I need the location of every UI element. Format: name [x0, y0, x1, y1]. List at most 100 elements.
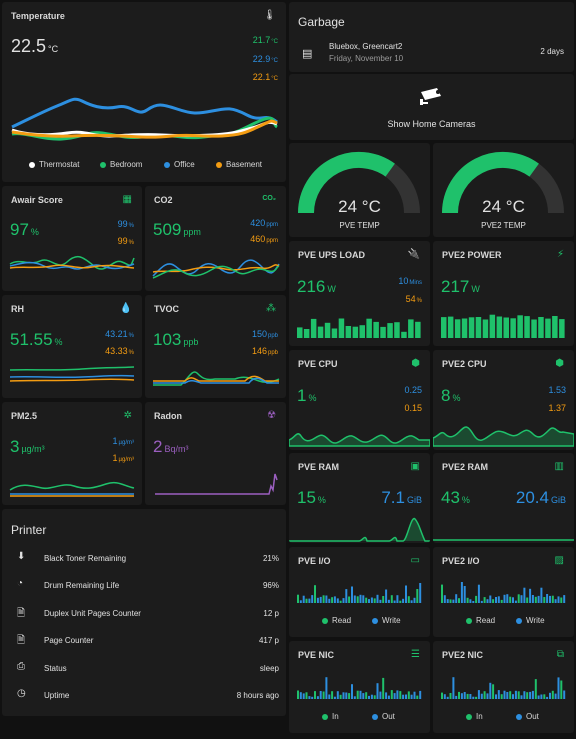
pve-io-card[interactable]: PVE I/O ▭ Read Write: [289, 547, 430, 637]
traffic-bar: [297, 594, 299, 603]
usage-bar: [475, 317, 482, 338]
garbage-event-in: 2 days: [540, 47, 564, 56]
traffic-bar: [316, 696, 319, 699]
traffic-bar: [489, 595, 492, 603]
pve2-cpu-card[interactable]: PVE2 CPU ⬢ 8% 1.53 1.37: [433, 350, 574, 450]
traffic-bar: [466, 597, 469, 603]
usage-bar: [545, 318, 551, 338]
uptime-label: Uptime: [44, 691, 70, 700]
cctv-icon: [420, 88, 441, 105]
traffic-bar: [483, 691, 486, 699]
traffic-bar: [477, 584, 480, 603]
traffic-bar: [514, 690, 517, 699]
traffic-bar: [563, 595, 566, 603]
awair-graph: [9, 255, 135, 270]
traffic-bar: [512, 597, 514, 603]
io-bars: [297, 583, 422, 603]
traffic-bar: [382, 596, 385, 603]
pve-temp-value: 24 °C: [338, 197, 381, 216]
pve2-io-card[interactable]: PVE2 I/O ▨ Read Write: [433, 547, 574, 637]
traffic-bar: [460, 693, 463, 699]
printer-row-pages[interactable]: 🗎 Page Counter 417 p: [2, 627, 286, 654]
usage-bar: [447, 316, 454, 338]
pve-temp-gauge[interactable]: 24 °C PVE TEMP: [289, 143, 430, 237]
usage-bar: [538, 317, 544, 338]
printer-row-uptime[interactable]: ◷ Uptime 8 hours ago: [2, 682, 286, 709]
pve-ram-card[interactable]: PVE RAM ▣ 15% 7.1 GiB: [289, 453, 430, 543]
usage-bar: [510, 318, 516, 338]
pve2-temp-gauge[interactable]: 24 °C PVE2 TEMP: [433, 143, 574, 237]
usage-bar: [482, 319, 489, 338]
rh-card[interactable]: RH 💧 51.55% 43.21% 43.33%: [2, 295, 142, 398]
legend-thermostat: Thermostat: [29, 160, 79, 169]
pve2-power-bars: [441, 314, 565, 338]
traffic-bar: [469, 694, 472, 699]
traffic-bar: [546, 696, 549, 699]
show-cameras-button[interactable]: Show Home Cameras: [289, 74, 574, 140]
io2-legend-write: Write: [516, 616, 545, 625]
clock-icon: ◷: [17, 688, 26, 699]
pve-temp-label: PVE TEMP: [339, 221, 380, 230]
traffic-bar: [503, 594, 506, 603]
usage-bar: [531, 319, 537, 338]
file-icon: 🗎: [17, 608, 26, 619]
traffic-bar: [308, 696, 311, 699]
radon-card[interactable]: Radon ☢ 2 Bq/m³: [145, 402, 286, 505]
pm25-card[interactable]: PM2.5 ✲ 3 µg/m³ 1µg/m³ 1µg/m³: [2, 402, 142, 505]
traffic-bar: [302, 693, 305, 699]
pve2-nic-card[interactable]: PVE2 NIC ⧉ In Out: [433, 641, 574, 733]
traffic-bar: [373, 695, 376, 699]
traffic-bar: [390, 690, 393, 699]
traffic-bar: [379, 599, 382, 603]
printer-row-drum[interactable]: ◔ Drum Remaining Life 96%: [2, 572, 286, 599]
traffic-bar: [368, 599, 370, 603]
awair-score-card[interactable]: Awair Score ▦ 97% 99% 99%: [2, 186, 142, 291]
pve2-ram-card[interactable]: PVE2 RAM ▥ 43% 20.4 GiB: [433, 453, 574, 543]
traffic-bar: [308, 598, 311, 603]
traffic-bar: [497, 690, 500, 699]
traffic-bar: [497, 596, 500, 603]
pve2-power-card[interactable]: PVE2 POWER ⚡ 217 W: [433, 241, 574, 346]
traffic-bar: [495, 694, 497, 699]
pm25-graph: [9, 481, 135, 497]
tvoc-card[interactable]: TVOC ⁂ 103 ppb 150ppb 146ppb: [145, 295, 286, 398]
toner-label: Black Toner Remaining: [44, 554, 127, 563]
traffic-bar: [463, 692, 466, 699]
traffic-bar: [458, 691, 460, 699]
traffic-bar: [356, 596, 359, 603]
pve-cpu-card[interactable]: PVE CPU ⬢ 1% 0.25 0.15: [289, 350, 430, 450]
printer-row-status[interactable]: ⎙ Status sleep: [2, 655, 286, 682]
traffic-bar: [405, 694, 407, 699]
traffic-bar: [509, 691, 512, 699]
usage-bar: [310, 318, 317, 338]
traffic-bar: [373, 598, 376, 603]
ram-graph: [289, 518, 430, 542]
co2-card[interactable]: CO2 CO₂ 509 ppm 420ppm 460ppm: [145, 186, 286, 291]
garbage-event-date: Friday, November 10: [329, 54, 404, 63]
printer-row-duplex[interactable]: 🗎 Duplex Unit Pages Counter 12 p: [2, 600, 286, 627]
traffic-bar: [549, 595, 551, 603]
traffic-bar: [419, 690, 422, 699]
duplex-value: 12 p: [263, 609, 279, 618]
pve-ups-load-card[interactable]: PVE UPS LOAD 🔌 216 W 10Mins 54%: [289, 241, 430, 346]
legend-bedroom: Bedroom: [100, 160, 142, 169]
printer-row-toner[interactable]: ⬇ Black Toner Remaining 21%: [2, 545, 286, 572]
traffic-bar: [345, 589, 348, 603]
traffic-bar: [342, 598, 345, 603]
garbage-card[interactable]: Garbage ▤ Bluebox, Greencart2 Friday, No…: [289, 2, 574, 72]
printer-card[interactable]: Printer ⬇ Black Toner Remaining 21% ◔ Dr…: [2, 509, 286, 716]
traffic-bar: [443, 694, 446, 699]
traffic-bar: [477, 690, 480, 699]
traffic-bar: [362, 693, 365, 699]
traffic-bar: [463, 586, 466, 603]
file-icon: 🗎: [17, 635, 26, 646]
traffic-bar: [368, 695, 370, 699]
traffic-bar: [419, 583, 422, 603]
temperature-card[interactable]: Temperature 🌡 22.5 °C 21.7°C 22.9°C 22.1°…: [2, 2, 286, 182]
garbage-title: Garbage: [298, 15, 345, 29]
pve2-temp-value: 24 °C: [482, 197, 525, 216]
pve-nic-card[interactable]: PVE NIC ☰ In Out: [289, 641, 430, 733]
traffic-bar: [529, 588, 532, 603]
usage-bar: [489, 314, 496, 338]
usage-bar: [461, 318, 468, 338]
